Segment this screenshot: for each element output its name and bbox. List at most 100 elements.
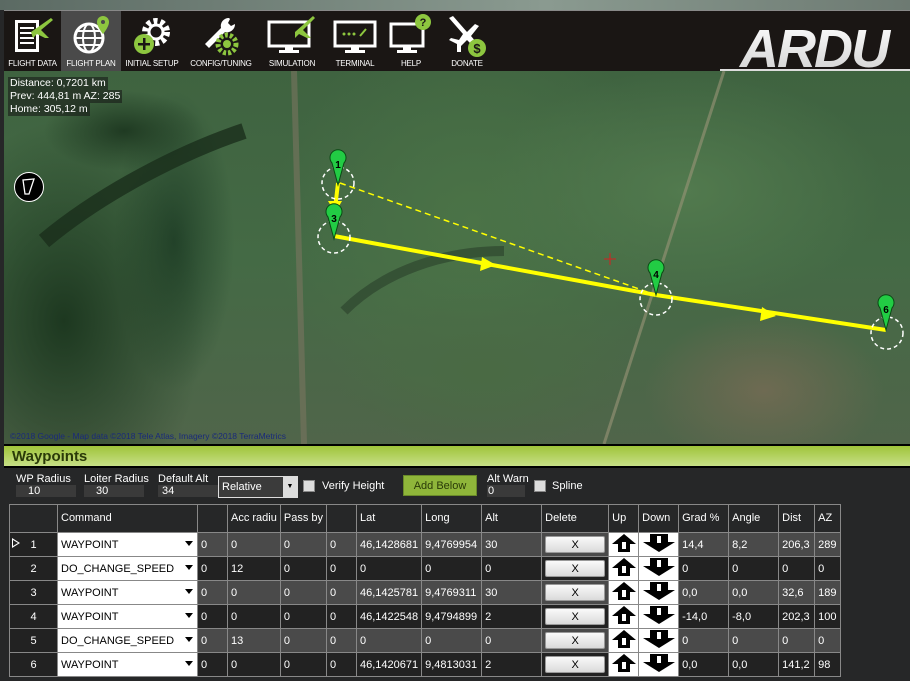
toolbar-donate-button[interactable]: $ DONATE: [437, 11, 497, 71]
row-header[interactable]: 4: [9, 604, 58, 629]
lat-cell[interactable]: 46,1428681: [355, 532, 423, 557]
toolbar-flight-plan-button[interactable]: FLIGHT PLAN: [61, 11, 121, 71]
table-row[interactable]: 4 WAYPOINT 0 0 0 0 46,1422548 9,4794899 …: [9, 604, 842, 629]
lat-cell[interactable]: 0: [355, 556, 423, 581]
verify-height-checkbox[interactable]: [303, 480, 315, 492]
command-select[interactable]: DO_CHANGE_SPEED: [57, 556, 198, 581]
acc-radius-cell[interactable]: 0: [227, 580, 281, 605]
alt-cell[interactable]: 0: [481, 556, 543, 581]
alt-cell[interactable]: 2: [481, 652, 543, 677]
lat-cell[interactable]: 46,1422548: [355, 604, 423, 629]
wp-radius-input[interactable]: 10: [16, 485, 76, 497]
long-cell[interactable]: 9,4794899: [421, 604, 483, 629]
toolbar-initial-setup-button[interactable]: INITIAL SETUP: [121, 11, 183, 71]
command-select[interactable]: WAYPOINT: [57, 532, 198, 557]
arrow-down-icon[interactable]: [642, 629, 676, 649]
param4-cell[interactable]: 0: [326, 628, 357, 653]
row-header[interactable]: 5: [9, 628, 58, 653]
toolbar-help-button[interactable]: ? HELP: [385, 11, 437, 71]
long-cell[interactable]: 9,4769954: [421, 532, 483, 557]
alt-cell[interactable]: 30: [481, 532, 543, 557]
long-cell[interactable]: 0: [421, 556, 483, 581]
arrow-down-icon[interactable]: [642, 653, 676, 673]
table-row[interactable]: 1 WAYPOINT 0 0 0 0 46,1428681 9,4769954 …: [9, 532, 842, 557]
acc-radius-cell[interactable]: 0: [227, 652, 281, 677]
col-header-command[interactable]: Command: [57, 504, 198, 533]
command-select[interactable]: WAYPOINT: [57, 580, 198, 605]
toolbar-config-tuning-button[interactable]: CONFIG/TUNING: [183, 11, 259, 71]
acc-radius-cell[interactable]: 0: [227, 532, 281, 557]
col-header-down[interactable]: Down: [638, 504, 680, 533]
spline-checkbox[interactable]: [534, 480, 546, 492]
waypoint-marker-3[interactable]: 3: [317, 203, 351, 254]
col-header-acc-radius[interactable]: Acc radiu: [227, 504, 281, 533]
lat-cell[interactable]: 46,1425781: [355, 580, 423, 605]
pass-by-cell[interactable]: 0: [279, 556, 328, 581]
param1-cell[interactable]: 0: [197, 556, 228, 581]
row-header[interactable]: 1: [9, 532, 58, 557]
pass-by-cell[interactable]: 0: [279, 604, 328, 629]
row-header[interactable]: 3: [9, 580, 58, 605]
col-header-param4[interactable]: [326, 504, 357, 533]
param4-cell[interactable]: 0: [326, 556, 357, 581]
param4-cell[interactable]: 0: [326, 652, 357, 677]
add-below-button[interactable]: Add Below: [403, 475, 477, 496]
delete-row-button[interactable]: X: [545, 536, 606, 553]
col-header-dist[interactable]: Dist: [778, 504, 816, 533]
param1-cell[interactable]: 0: [197, 628, 228, 653]
loiter-radius-input[interactable]: 30: [84, 485, 144, 497]
arrow-down-icon[interactable]: [642, 533, 676, 553]
command-select[interactable]: DO_CHANGE_SPEED: [57, 628, 198, 653]
arrow-down-icon[interactable]: [642, 605, 676, 625]
table-row[interactable]: 3 WAYPOINT 0 0 0 0 46,1425781 9,4769311 …: [9, 580, 842, 605]
param4-cell[interactable]: 0: [326, 604, 357, 629]
col-header-pass-by[interactable]: Pass by: [279, 504, 328, 533]
param1-cell[interactable]: 0: [197, 604, 228, 629]
arrow-up-icon[interactable]: [611, 581, 637, 601]
arrow-up-icon[interactable]: [611, 629, 637, 649]
toolbar-flight-data-button[interactable]: FLIGHT DATA: [4, 11, 61, 71]
arrow-down-icon[interactable]: [642, 557, 676, 577]
arrow-up-icon[interactable]: [611, 605, 637, 625]
alt-cell[interactable]: 30: [481, 580, 543, 605]
default-alt-input[interactable]: 34: [158, 485, 218, 497]
compass-icon[interactable]: [14, 172, 44, 202]
toolbar-terminal-button[interactable]: TERMINAL: [325, 11, 385, 71]
long-cell[interactable]: 9,4769311: [421, 580, 483, 605]
waypoint-marker-6[interactable]: 6: [870, 294, 904, 350]
col-header-long[interactable]: Long: [421, 504, 483, 533]
delete-row-button[interactable]: X: [545, 608, 606, 625]
pass-by-cell[interactable]: 0: [279, 532, 328, 557]
waypoint-marker-4[interactable]: 4: [639, 259, 673, 316]
arrow-up-icon[interactable]: [611, 557, 637, 577]
command-select[interactable]: WAYPOINT: [57, 652, 198, 677]
alt-cell[interactable]: 0: [481, 628, 543, 653]
alt-cell[interactable]: 2: [481, 604, 543, 629]
col-header-az[interactable]: AZ: [814, 504, 842, 533]
pass-by-cell[interactable]: 0: [279, 628, 328, 653]
delete-row-button[interactable]: X: [545, 560, 606, 577]
table-row[interactable]: 2 DO_CHANGE_SPEED 0 12 0 0 0 0 0 X 0 0 0…: [9, 556, 842, 581]
acc-radius-cell[interactable]: 13: [227, 628, 281, 653]
delete-row-button[interactable]: X: [545, 656, 606, 673]
col-header-delete[interactable]: Delete: [541, 504, 610, 533]
param1-cell[interactable]: 0: [197, 652, 228, 677]
arrow-up-icon[interactable]: [611, 533, 637, 553]
delete-row-button[interactable]: X: [545, 584, 606, 601]
acc-radius-cell[interactable]: 0: [227, 604, 281, 629]
param1-cell[interactable]: 0: [197, 580, 228, 605]
arrow-down-icon[interactable]: [642, 581, 676, 601]
alt-warn-input[interactable]: 0: [487, 485, 525, 497]
acc-radius-cell[interactable]: 12: [227, 556, 281, 581]
col-header-angle[interactable]: Angle: [728, 504, 780, 533]
lat-cell[interactable]: 46,1420671: [355, 652, 423, 677]
pass-by-cell[interactable]: 0: [279, 580, 328, 605]
row-header[interactable]: 6: [9, 652, 58, 677]
param1-cell[interactable]: 0: [197, 532, 228, 557]
altitude-frame-select[interactable]: Relative ▼: [218, 476, 298, 498]
table-row[interactable]: 6 WAYPOINT 0 0 0 0 46,1420671 9,4813031 …: [9, 652, 842, 677]
row-header[interactable]: 2: [9, 556, 58, 581]
map-view[interactable]: 1 3 4 6 Distance: 0,7201 km Prev: 444,81…: [4, 71, 910, 444]
arrow-up-icon[interactable]: [611, 653, 637, 673]
param4-cell[interactable]: 0: [326, 532, 357, 557]
